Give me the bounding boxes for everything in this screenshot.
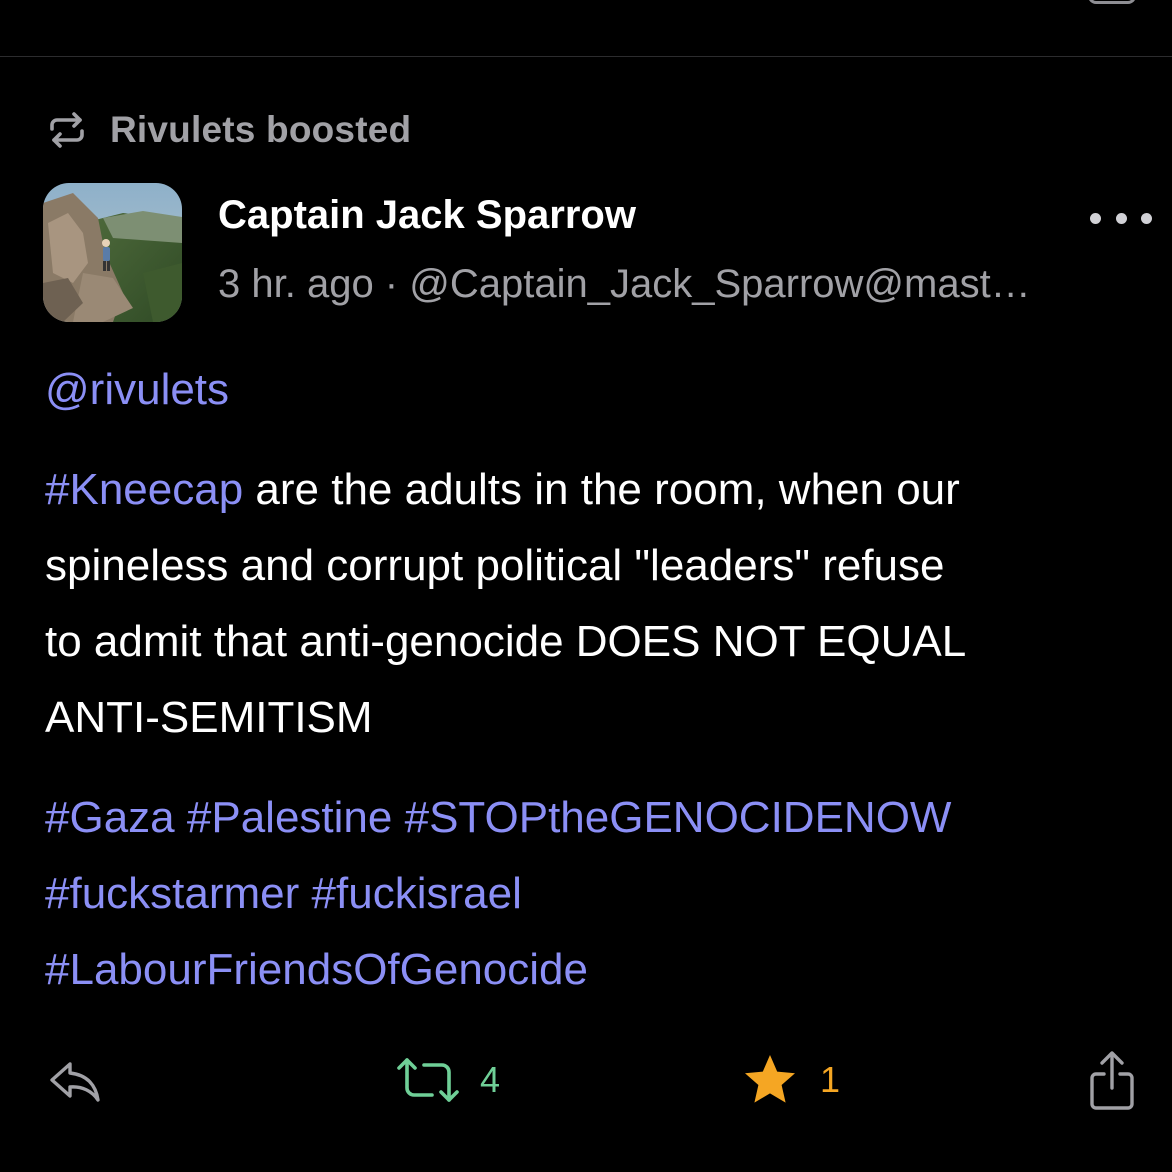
share-button[interactable] xyxy=(1086,1040,1138,1120)
post-text-line: are the adults in the room, when our xyxy=(243,465,960,514)
share-icon xyxy=(1090,1051,1134,1110)
boost-count: 4 xyxy=(480,1059,501,1100)
boost-button[interactable]: 4 xyxy=(396,1040,500,1120)
author-display-name[interactable]: Captain Jack Sparrow xyxy=(218,193,636,238)
boost-banner[interactable]: Rivulets boosted xyxy=(46,106,411,154)
avatar[interactable] xyxy=(43,183,182,322)
favourite-count: 1 xyxy=(820,1059,841,1100)
boost-banner-label: Rivulets boosted xyxy=(110,109,412,150)
hashtag-gaza[interactable]: #Gaza xyxy=(45,793,175,842)
hashtag-kneecap[interactable]: #Kneecap xyxy=(45,465,243,514)
post-text-line: spineless and corrupt political "leaders… xyxy=(45,541,945,590)
mention-link[interactable]: @rivulets xyxy=(45,365,229,414)
top-divider xyxy=(0,56,1172,57)
reply-button[interactable] xyxy=(44,1040,104,1120)
favourite-button[interactable]: 1 xyxy=(740,1040,840,1120)
hashtag-stopthegenocidenow[interactable]: #STOPtheGENOCIDENOW xyxy=(405,793,952,842)
star-icon xyxy=(745,1055,795,1103)
post-meta[interactable]: 3 hr. ago · @Captain_Jack_Sparrow@mast… xyxy=(218,262,1130,307)
hashtag-list: #Gaza #Palestine #STOPtheGENOCIDENOW #fu… xyxy=(45,780,1135,1008)
post-text: #Kneecap are the adults in the room, whe… xyxy=(45,452,1135,756)
hashtag-fuckstarmer[interactable]: #fuckstarmer xyxy=(45,869,299,918)
post-content: @rivulets #Kneecap are the adults in the… xyxy=(45,352,1135,1008)
toolbar-fragment xyxy=(1088,0,1136,4)
post-text-line: ANTI-SEMITISM xyxy=(45,693,373,742)
reply-icon xyxy=(50,1062,100,1102)
hashtag-fuckisrael[interactable]: #fuckisrael xyxy=(312,869,522,918)
more-options-button[interactable] xyxy=(1090,198,1152,238)
post-action-bar: 4 1 xyxy=(0,1040,1172,1120)
boost-arrows-icon xyxy=(50,112,84,148)
more-dot-icon xyxy=(1141,212,1152,224)
avatar-photo xyxy=(43,183,182,322)
more-dot-icon xyxy=(1090,212,1101,224)
more-dot-icon xyxy=(1115,212,1127,224)
hashtag-labourfriendsofgenocide[interactable]: #LabourFriendsOfGenocide xyxy=(45,945,588,994)
hashtag-palestine[interactable]: #Palestine xyxy=(187,793,392,842)
post-text-line: to admit that anti-genocide DOES NOT EQU… xyxy=(45,617,967,666)
boost-icon xyxy=(397,1058,459,1102)
